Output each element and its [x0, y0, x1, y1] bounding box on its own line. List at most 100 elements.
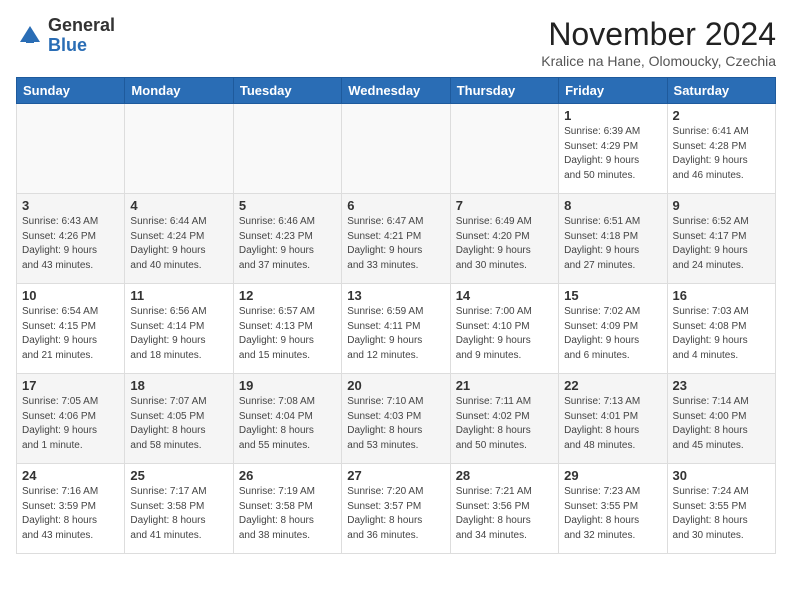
day-number: 21 [456, 378, 553, 393]
day-info: Sunrise: 6:44 AM Sunset: 4:24 PM Dayligh… [130, 215, 227, 273]
day-number: 24 [22, 468, 119, 483]
day-info: Sunrise: 7:10 AM Sunset: 4:03 PM Dayligh… [347, 395, 444, 453]
day-number: 10 [22, 288, 119, 303]
calendar-cell: 15 Sunrise: 7:02 AM Sunset: 4:09 PM Dayli… [559, 284, 667, 374]
day-info: Sunrise: 7:24 AM Sunset: 3:55 PM Dayligh… [673, 485, 770, 543]
day-number: 25 [130, 468, 227, 483]
day-number: 11 [130, 288, 227, 303]
day-info: Sunrise: 7:02 AM Sunset: 4:09 PM Dayligh… [564, 305, 661, 363]
day-of-week-header: Sunday [17, 78, 125, 104]
title-section: November 2024 Kralice na Hane, Olomoucky… [541, 16, 776, 69]
calendar-cell: 29 Sunrise: 7:23 AM Sunset: 3:55 PM Dayli… [559, 464, 667, 554]
day-number: 26 [239, 468, 336, 483]
calendar-cell: 19Sunrise: 7:08 AM Sunset: 4:04 PM Dayli… [233, 374, 341, 464]
day-info: Sunrise: 6:49 AM Sunset: 4:20 PM Dayligh… [456, 215, 553, 273]
calendar-cell: 17 Sunrise: 7:05 AM Sunset: 4:06 PM Dayli… [17, 374, 125, 464]
day-info: Sunrise: 7:07 AM Sunset: 4:05 PM Dayligh… [130, 395, 227, 453]
calendar-cell: 26 Sunrise: 7:19 AM Sunset: 3:58 PM Dayli… [233, 464, 341, 554]
day-number: 17 [22, 378, 119, 393]
day-number: 20 [347, 378, 444, 393]
calendar-cell: 2 Sunrise: 6:41 AM Sunset: 4:28 PM Daylig… [667, 104, 775, 194]
day-number: 5 [239, 198, 336, 213]
day-number: 8 [564, 198, 661, 213]
day-info: Sunrise: 7:17 AM Sunset: 3:58 PM Dayligh… [130, 485, 227, 543]
calendar-cell: 25 Sunrise: 7:17 AM Sunset: 3:58 PM Dayli… [125, 464, 233, 554]
calendar-cell: 30 Sunrise: 7:24 AM Sunset: 3:55 PM Dayli… [667, 464, 775, 554]
day-number: 3 [22, 198, 119, 213]
calendar-header-row: SundayMondayTuesdayWednesdayThursdayFrid… [17, 78, 776, 104]
day-info: Sunrise: 7:00 AM Sunset: 4:10 PM Dayligh… [456, 305, 553, 363]
calendar-week-row: 1Sunrise: 6:39 AM Sunset: 4:29 PM Daylig… [17, 104, 776, 194]
day-number: 29 [564, 468, 661, 483]
day-info: Sunrise: 6:54 AM Sunset: 4:15 PM Dayligh… [22, 305, 119, 363]
calendar-cell: 20 Sunrise: 7:10 AM Sunset: 4:03 PM Dayli… [342, 374, 450, 464]
calendar-week-row: 3 Sunrise: 6:43 AM Sunset: 4:26 PM Daylig… [17, 194, 776, 284]
calendar-cell: 7 Sunrise: 6:49 AM Sunset: 4:20 PM Daylig… [450, 194, 558, 284]
day-number: 16 [673, 288, 770, 303]
day-number: 4 [130, 198, 227, 213]
day-info: Sunrise: 6:59 AM Sunset: 4:11 PM Dayligh… [347, 305, 444, 363]
day-of-week-header: Monday [125, 78, 233, 104]
day-info: Sunrise: 7:16 AM Sunset: 3:59 PM Dayligh… [22, 485, 119, 543]
day-number: 30 [673, 468, 770, 483]
day-info: Sunrise: 7:05 AM Sunset: 4:06 PM Dayligh… [22, 395, 119, 453]
day-info: Sunrise: 6:43 AM Sunset: 4:26 PM Dayligh… [22, 215, 119, 273]
day-number: 9 [673, 198, 770, 213]
day-info: Sunrise: 6:56 AM Sunset: 4:14 PM Dayligh… [130, 305, 227, 363]
calendar-cell: 18 Sunrise: 7:07 AM Sunset: 4:05 PM Dayli… [125, 374, 233, 464]
calendar-week-row: 24 Sunrise: 7:16 AM Sunset: 3:59 PM Dayli… [17, 464, 776, 554]
day-info: Sunrise: 7:11 AM Sunset: 4:02 PM Dayligh… [456, 395, 553, 453]
calendar-cell: 6Sunrise: 6:47 AM Sunset: 4:21 PM Daylig… [342, 194, 450, 284]
calendar-cell: 1Sunrise: 6:39 AM Sunset: 4:29 PM Daylig… [559, 104, 667, 194]
calendar-cell: 12Sunrise: 6:57 AM Sunset: 4:13 PM Dayli… [233, 284, 341, 374]
day-number: 1 [564, 108, 661, 123]
calendar-cell: 4 Sunrise: 6:44 AM Sunset: 4:24 PM Daylig… [125, 194, 233, 284]
calendar-cell: 21 Sunrise: 7:11 AM Sunset: 4:02 PM Dayli… [450, 374, 558, 464]
day-of-week-header: Wednesday [342, 78, 450, 104]
day-number: 13 [347, 288, 444, 303]
calendar-cell: 9Sunrise: 6:52 AM Sunset: 4:17 PM Daylig… [667, 194, 775, 284]
calendar-table: SundayMondayTuesdayWednesdayThursdayFrid… [16, 77, 776, 554]
calendar-cell [450, 104, 558, 194]
calendar-cell: 11 Sunrise: 6:56 AM Sunset: 4:14 PM Dayli… [125, 284, 233, 374]
day-number: 22 [564, 378, 661, 393]
calendar-cell: 14 Sunrise: 7:00 AM Sunset: 4:10 PM Dayli… [450, 284, 558, 374]
calendar-cell: 5Sunrise: 6:46 AM Sunset: 4:23 PM Daylig… [233, 194, 341, 284]
day-of-week-header: Saturday [667, 78, 775, 104]
day-number: 7 [456, 198, 553, 213]
day-number: 19 [239, 378, 336, 393]
page-header: General Blue November 2024 Kralice na Ha… [16, 16, 776, 69]
location-text: Kralice na Hane, Olomoucky, Czechia [541, 53, 776, 69]
calendar-cell: 10 Sunrise: 6:54 AM Sunset: 4:15 PM Dayli… [17, 284, 125, 374]
calendar-cell: 22 Sunrise: 7:13 AM Sunset: 4:01 PM Dayli… [559, 374, 667, 464]
day-info: Sunrise: 6:41 AM Sunset: 4:28 PM Dayligh… [673, 125, 770, 183]
logo: General Blue [16, 16, 115, 56]
calendar-cell: 23Sunrise: 7:14 AM Sunset: 4:00 PM Dayli… [667, 374, 775, 464]
day-number: 12 [239, 288, 336, 303]
day-number: 2 [673, 108, 770, 123]
calendar-week-row: 10 Sunrise: 6:54 AM Sunset: 4:15 PM Dayli… [17, 284, 776, 374]
day-info: Sunrise: 6:51 AM Sunset: 4:18 PM Dayligh… [564, 215, 661, 273]
calendar-week-row: 17 Sunrise: 7:05 AM Sunset: 4:06 PM Dayli… [17, 374, 776, 464]
day-info: Sunrise: 7:19 AM Sunset: 3:58 PM Dayligh… [239, 485, 336, 543]
day-of-week-header: Friday [559, 78, 667, 104]
calendar-cell: 28 Sunrise: 7:21 AM Sunset: 3:56 PM Dayli… [450, 464, 558, 554]
day-info: Sunrise: 7:23 AM Sunset: 3:55 PM Dayligh… [564, 485, 661, 543]
calendar-cell: 8 Sunrise: 6:51 AM Sunset: 4:18 PM Daylig… [559, 194, 667, 284]
calendar-cell [342, 104, 450, 194]
day-info: Sunrise: 7:21 AM Sunset: 3:56 PM Dayligh… [456, 485, 553, 543]
day-number: 28 [456, 468, 553, 483]
day-number: 15 [564, 288, 661, 303]
day-number: 23 [673, 378, 770, 393]
calendar-cell: 3 Sunrise: 6:43 AM Sunset: 4:26 PM Daylig… [17, 194, 125, 284]
logo-icon [16, 22, 44, 50]
day-number: 18 [130, 378, 227, 393]
day-number: 14 [456, 288, 553, 303]
calendar-cell: 27Sunrise: 7:20 AM Sunset: 3:57 PM Dayli… [342, 464, 450, 554]
calendar-cell: 13 Sunrise: 6:59 AM Sunset: 4:11 PM Dayli… [342, 284, 450, 374]
day-of-week-header: Thursday [450, 78, 558, 104]
day-info: Sunrise: 7:13 AM Sunset: 4:01 PM Dayligh… [564, 395, 661, 453]
month-title: November 2024 [541, 16, 776, 53]
calendar-cell: 16Sunrise: 7:03 AM Sunset: 4:08 PM Dayli… [667, 284, 775, 374]
day-info: Sunrise: 6:47 AM Sunset: 4:21 PM Dayligh… [347, 215, 444, 273]
